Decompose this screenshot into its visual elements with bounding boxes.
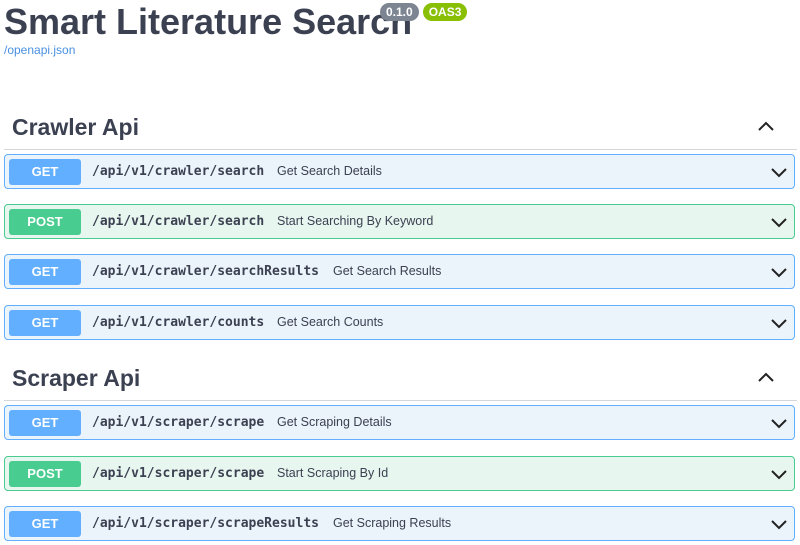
- operation-summary: Get Search Details: [277, 164, 382, 178]
- header: Smart Literature Search 0.1.0 OAS3 /open…: [4, 0, 794, 70]
- operation-summary: Get Scraping Results: [333, 516, 452, 530]
- openapi-spec-link[interactable]: /openapi.json: [4, 43, 75, 57]
- operation-path: /api/v1/crawler/search: [92, 164, 265, 179]
- chevron-up-icon[interactable]: [755, 366, 777, 388]
- operation-get-crawler-counts[interactable]: GET /api/v1/crawler/counts Get Search Co…: [4, 305, 795, 340]
- method-badge: GET: [9, 511, 81, 537]
- chevron-down-icon[interactable]: [770, 263, 788, 281]
- tag-section-scraper-api[interactable]: Scraper Api: [4, 354, 797, 401]
- operation-summary: Get Scraping Details: [277, 415, 392, 429]
- operation-path: /api/v1/scraper/scrapeResults: [92, 516, 319, 531]
- operation-get-crawler-search-results[interactable]: GET /api/v1/crawler/searchResults Get Se…: [4, 254, 795, 289]
- method-badge: GET: [9, 410, 81, 436]
- badges: 0.1.0 OAS3: [380, 3, 468, 21]
- operation-summary: Get Search Results: [333, 264, 442, 278]
- operation-summary: Start Scraping By Id: [277, 466, 389, 480]
- method-badge: GET: [9, 259, 81, 285]
- version-badge: 0.1.0: [380, 3, 419, 21]
- oas-badge: OAS3: [422, 3, 468, 21]
- page-title: Smart Literature Search: [4, 1, 413, 42]
- chevron-down-icon[interactable]: [770, 515, 788, 533]
- method-badge: GET: [9, 310, 81, 336]
- method-badge: GET: [9, 159, 81, 185]
- chevron-down-icon[interactable]: [770, 465, 788, 483]
- operation-get-crawler-search[interactable]: GET /api/v1/crawler/search Get Search De…: [4, 154, 795, 189]
- operation-path: /api/v1/crawler/counts: [92, 315, 265, 330]
- operation-path: /api/v1/scraper/scrape: [92, 466, 265, 481]
- chevron-down-icon[interactable]: [770, 213, 788, 231]
- operation-path: /api/v1/crawler/search: [92, 214, 265, 229]
- operation-get-scraper-scrape[interactable]: GET /api/v1/scraper/scrape Get Scraping …: [4, 405, 795, 440]
- operation-post-crawler-search[interactable]: POST /api/v1/crawler/search Start Search…: [4, 204, 795, 239]
- method-badge: POST: [9, 209, 81, 235]
- operation-path: /api/v1/crawler/searchResults: [92, 264, 319, 279]
- chevron-up-icon[interactable]: [755, 115, 777, 137]
- chevron-down-icon[interactable]: [770, 414, 788, 432]
- chevron-down-icon[interactable]: [770, 163, 788, 181]
- tag-title: Crawler Api: [12, 114, 139, 140]
- tag-section-crawler-api[interactable]: Crawler Api: [4, 103, 797, 150]
- chevron-down-icon[interactable]: [770, 314, 788, 332]
- operation-get-scraper-scrape-results[interactable]: GET /api/v1/scraper/scrapeResults Get Sc…: [4, 506, 795, 541]
- operation-summary: Get Search Counts: [277, 315, 384, 329]
- operation-post-scraper-scrape[interactable]: POST /api/v1/scraper/scrape Start Scrapi…: [4, 456, 795, 491]
- method-badge: POST: [9, 461, 81, 487]
- operation-path: /api/v1/scraper/scrape: [92, 415, 265, 430]
- tag-title: Scraper Api: [12, 365, 141, 391]
- operation-summary: Start Searching By Keyword: [277, 214, 434, 228]
